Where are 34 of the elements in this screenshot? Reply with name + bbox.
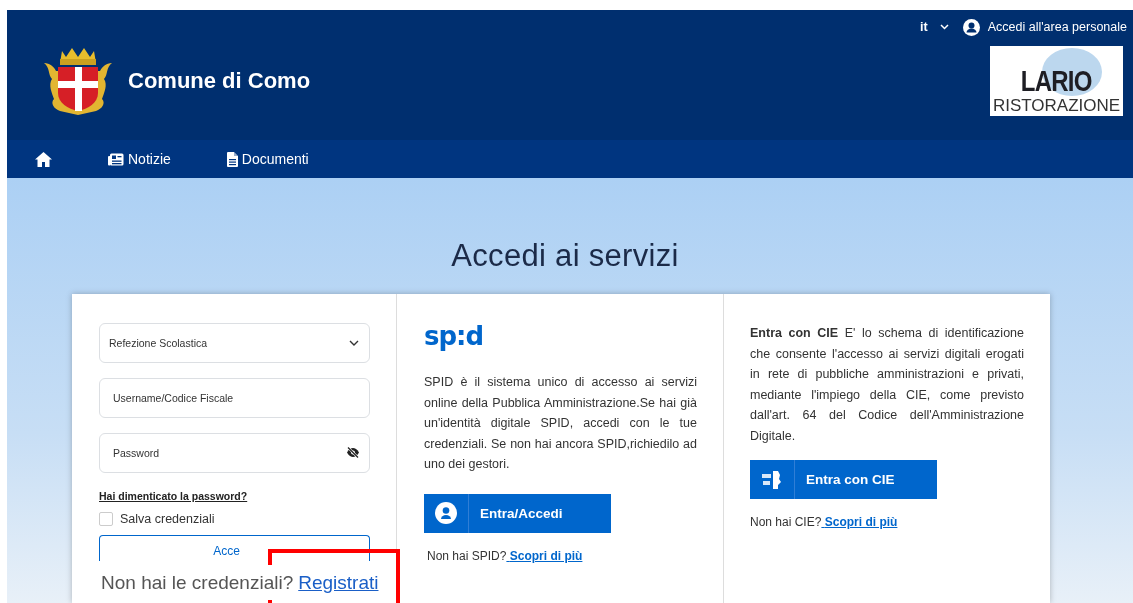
spid-logo: sp:d xyxy=(424,322,485,350)
login-button[interactable]: Acce xyxy=(99,535,370,561)
partner-logo: LARIO RISTORAZIONE xyxy=(990,46,1123,116)
spid-more-link[interactable]: Scopri di più xyxy=(506,548,583,563)
document-icon xyxy=(226,151,238,167)
cie-more-link[interactable]: Scopri di più xyxy=(821,515,898,529)
eye-slash-icon[interactable] xyxy=(346,447,360,458)
register-prompt: Non hai le credenziali? xyxy=(101,571,294,594)
nav-link[interactable]: Notizie xyxy=(108,151,171,167)
remember-checkbox[interactable] xyxy=(99,512,113,526)
user-icon xyxy=(435,502,457,524)
user-icon[interactable] xyxy=(962,18,980,36)
cie-login-button[interactable]: Entra con CIE xyxy=(750,460,937,499)
password-field[interactable]: Password xyxy=(99,433,370,473)
newspaper-icon xyxy=(108,152,124,166)
spid-login-button[interactable]: Entra/Accedi xyxy=(424,493,611,533)
remember-label: Salva credenziali xyxy=(120,512,215,526)
cie-help-text: Non hai CIE? xyxy=(750,515,822,529)
forgot-password-link[interactable]: Hai dimenticato la password? xyxy=(99,490,370,502)
spid-help-text: Non hai SPID? xyxy=(427,548,507,563)
nav-link[interactable]: Documenti xyxy=(226,151,309,167)
site-title[interactable]: Comune di Como xyxy=(128,68,990,94)
page-title: Accedi ai servizi xyxy=(451,238,679,274)
spid-description: SPID è il sistema unico di accesso ai servizi online della Pubblica Amministrazione.Se hai già un'identità digitale SPID, accedi con le tue credenziali. Se non hai ancora SPID,richiedilo ad uno dei gestori. xyxy=(424,374,697,473)
chevron-down-icon[interactable] xyxy=(939,24,949,30)
register-link[interactable]: Registrati xyxy=(298,571,379,594)
username-field[interactable]: Username/Codice Fiscale xyxy=(99,378,370,418)
cie-description: Entra con CIE E' lo schema di identificazione che consente l'accesso ai servizi digitali erogati in rete di pubbliche amministrazioni e privati, mediante l'impiego della CIE, come previsto dall'art. 64 del Codice dell'Amministrazione Digitale. xyxy=(750,325,1024,445)
chevron-down-icon xyxy=(349,340,359,346)
service-select[interactable]: Refezione Scolastica xyxy=(99,323,370,363)
cie-id-icon xyxy=(761,469,783,490)
home-icon[interactable] xyxy=(35,151,52,167)
personal-area-link[interactable]: Accedi all'area personale xyxy=(987,20,1127,34)
language-selector[interactable]: it xyxy=(920,20,928,34)
